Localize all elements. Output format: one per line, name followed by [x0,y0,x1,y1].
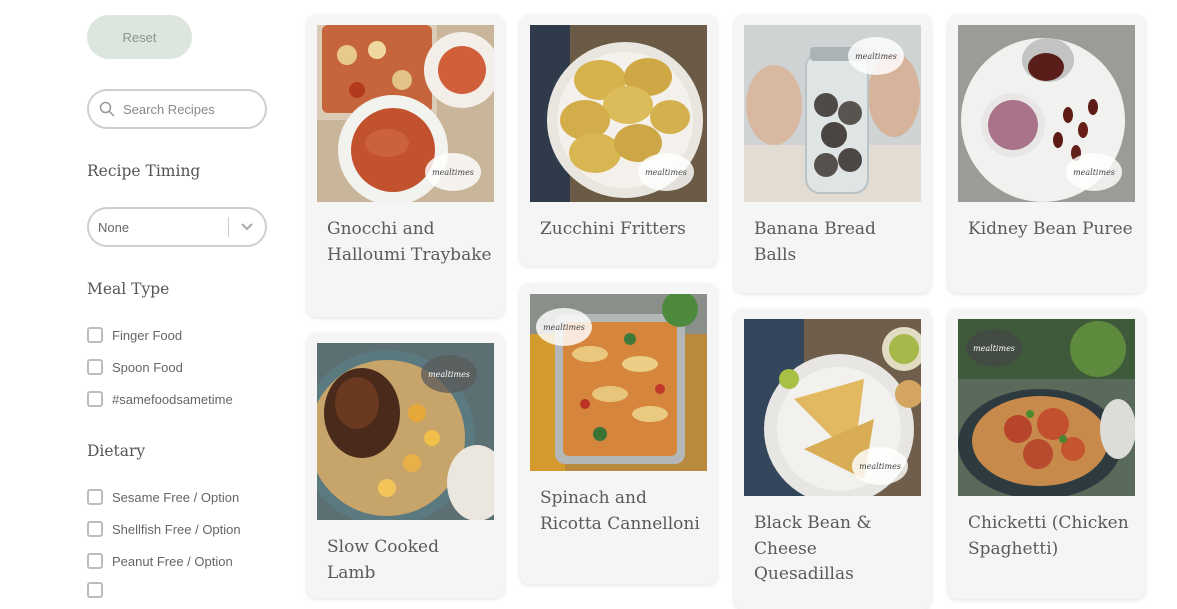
brand-logo-icon: mealtimes [852,447,908,485]
checkbox[interactable] [87,327,103,343]
recipe-image[interactable]: mealtimes [744,319,921,496]
checkbox-label: Spoon Food [112,359,183,375]
recipe-image[interactable]: mealtimes [744,25,921,202]
timing-selected-value: None [98,219,130,235]
recipe-title[interactable]: Gnocchi and Halloumi Traybake [327,217,492,268]
checkbox-label: Shellfish Free / Option [112,521,241,537]
recipe-title[interactable]: Slow Cooked Lamb [327,535,492,586]
recipe-title[interactable]: Zucchini Fritters [540,217,705,243]
checkbox[interactable] [87,391,103,407]
brand-logo-icon: mealtimes [425,153,481,191]
checkbox[interactable] [87,553,103,569]
timing-select[interactable]: None [87,207,267,247]
recipe-card[interactable]: mealtimes Black Bean & Cheese Quesadilla… [734,309,931,609]
dietary-heading: Dietary [87,442,146,460]
dietary-option[interactable]: Shellfish Free / Option [87,519,241,539]
recipe-card[interactable]: mealtimes Chicketti (Chicken Spaghetti) [948,309,1145,599]
recipe-timing-heading: Recipe Timing [87,162,201,180]
recipe-card[interactable]: mealtimes Banana Bread Balls [734,15,931,293]
recipe-title[interactable]: Kidney Bean Puree [968,217,1133,243]
recipe-card[interactable]: mealtimes Kidney Bean Puree [948,15,1145,293]
brand-logo-icon: mealtimes [421,355,477,393]
chevron-down-icon[interactable] [229,209,265,245]
dietary-option[interactable] [87,580,112,600]
meal-type-option[interactable]: #samefoodsametime [87,389,233,409]
brand-logo-icon: mealtimes [638,153,694,191]
recipe-image[interactable]: mealtimes [958,319,1135,496]
checkbox-label: #samefoodsametime [112,391,233,407]
recipe-image[interactable]: mealtimes [317,343,494,520]
recipe-card[interactable]: mealtimes Zucchini Fritters [520,15,717,266]
checkbox[interactable] [87,359,103,375]
checkbox[interactable] [87,489,103,505]
meal-type-option[interactable]: Spoon Food [87,357,183,377]
recipe-title[interactable]: Black Bean & Cheese Quesadillas [754,511,919,588]
search-field[interactable] [87,89,267,129]
checkbox-label: Peanut Free / Option [112,553,233,569]
meal-type-heading: Meal Type [87,280,170,298]
checkbox[interactable] [87,582,103,598]
brand-logo-icon: mealtimes [966,329,1022,367]
recipe-title[interactable]: Chicketti (Chicken Spaghetti) [968,511,1133,562]
recipe-card[interactable]: mealtimes Spinach and Ricotta Cannelloni [520,284,717,584]
search-icon [98,100,116,118]
search-input[interactable] [121,100,265,118]
filter-sidebar: Reset Recipe Timing None Meal Type Finge… [0,0,290,598]
recipe-title[interactable]: Spinach and Ricotta Cannelloni [540,486,705,537]
checkbox-label: Sesame Free / Option [112,489,240,505]
recipe-card[interactable]: mealtimes Gnocchi and Halloumi Traybake [307,15,504,317]
brand-logo-icon: mealtimes [536,308,592,346]
recipe-image[interactable]: mealtimes [317,25,494,202]
brand-logo-icon: mealtimes [1066,153,1122,191]
meal-type-option[interactable]: Finger Food [87,325,182,345]
checkbox[interactable] [87,521,103,537]
recipe-image[interactable]: mealtimes [530,25,707,202]
recipe-image[interactable]: mealtimes [530,294,707,471]
dietary-option[interactable]: Peanut Free / Option [87,551,233,571]
brand-logo-icon: mealtimes [848,37,904,75]
checkbox-label: Finger Food [112,327,183,343]
dietary-option[interactable]: Sesame Free / Option [87,487,239,507]
recipe-image[interactable]: mealtimes [958,25,1135,202]
reset-button[interactable]: Reset [87,15,192,59]
recipe-card[interactable]: mealtimes Slow Cooked Lamb [307,333,504,598]
recipe-title[interactable]: Banana Bread Balls [754,217,919,268]
